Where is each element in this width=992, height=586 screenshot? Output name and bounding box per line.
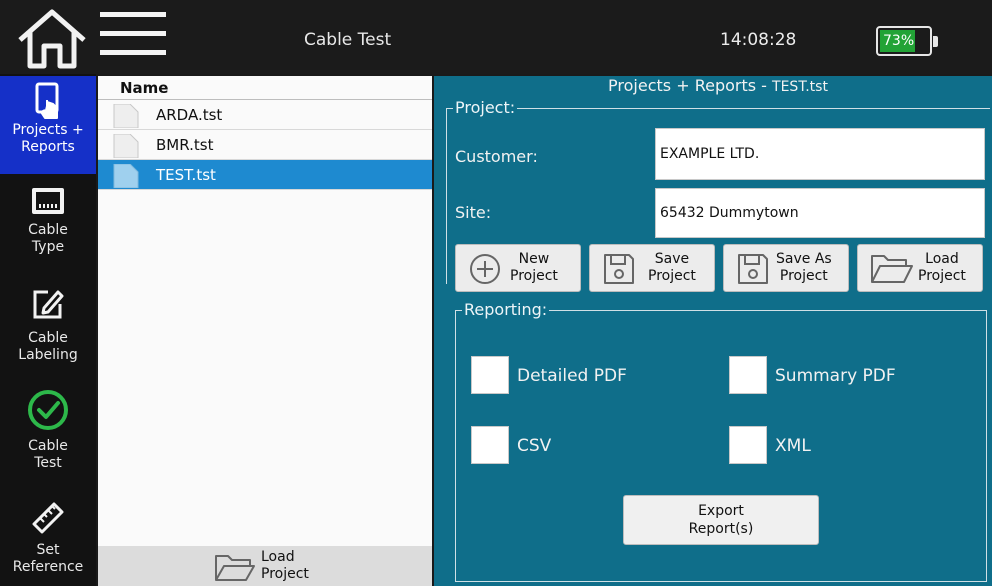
sidebar-label: Set — [36, 542, 60, 558]
menu-icon — [100, 12, 166, 17]
customer-field[interactable]: EXAMPLE LTD. — [655, 128, 985, 180]
ethernet-port-icon — [32, 188, 64, 214]
battery-fill: 73% — [880, 30, 916, 52]
new-project-button[interactable]: New Project — [455, 244, 581, 292]
csv-label: CSV — [517, 436, 552, 456]
sidebar-item-cable-type[interactable]: Cable Type — [0, 186, 96, 268]
file-icon — [113, 134, 139, 158]
sidebar-item-set-reference[interactable]: Set Reference — [0, 498, 96, 586]
clock: 14:08:28 — [720, 30, 797, 50]
save-project-label: Save Project — [648, 251, 696, 285]
sidebar-label: Cable — [28, 438, 68, 454]
load-project-label-2: Project — [261, 566, 309, 582]
save-project-button[interactable]: Save Project — [589, 244, 715, 292]
sidebar-item-cable-labeling[interactable]: Cable Labeling — [0, 286, 96, 376]
edit-icon — [33, 290, 64, 319]
panel-title-text: Projects + Reports - — [608, 76, 773, 95]
column-header-name[interactable]: Name — [98, 76, 432, 100]
new-project-label-1: New — [518, 251, 550, 267]
project-group-label: Project: — [453, 98, 518, 117]
save-icon — [604, 254, 634, 284]
home-button[interactable] — [16, 8, 88, 70]
file-icon — [113, 104, 139, 128]
menu-icon-bar — [100, 31, 166, 36]
summary-pdf-label: Summary PDF — [775, 366, 896, 386]
sidebar-label: Projects + — [12, 122, 84, 138]
save-as-project-label: Save As Project — [776, 251, 832, 285]
save-icon — [738, 254, 768, 284]
sidebar: Projects + Reports Cable Type Cable Labe… — [0, 74, 96, 586]
plus-circle-icon — [470, 254, 500, 284]
save-project-label-2: Project — [648, 268, 696, 284]
projects-reports-panel: Projects + Reports - TEST.tst Project: C… — [434, 76, 992, 586]
export-label-2: Report(s) — [688, 521, 754, 537]
sidebar-item-cable-test[interactable]: Cable Test — [0, 388, 96, 478]
file-name: ARDA.tst — [156, 106, 223, 124]
sidebar-label: Labeling — [18, 347, 78, 363]
home-icon — [18, 9, 86, 69]
file-name: TEST.tst — [156, 166, 216, 184]
sidebar-item-projects-reports[interactable]: Projects + Reports — [0, 76, 96, 174]
site-label: Site: — [455, 203, 492, 222]
battery-indicator: 73% — [876, 26, 938, 56]
file-row-test[interactable]: TEST.tst — [98, 160, 432, 190]
site-field[interactable]: 65432 Dummytown — [655, 188, 985, 238]
save-as-project-button[interactable]: Save As Project — [723, 244, 849, 292]
load-project-button[interactable]: Load Project — [857, 244, 983, 292]
xml-label: XML — [775, 436, 811, 456]
load-project-button-bottom[interactable]: Load Project — [98, 546, 432, 586]
load-project-label: Load Project — [261, 549, 309, 583]
battery-nub — [933, 36, 938, 47]
ruler-icon — [32, 502, 64, 534]
panel-title: Projects + Reports - TEST.tst — [434, 76, 992, 97]
battery-percent: 73% — [883, 33, 915, 49]
export-reports-button[interactable]: Export Report(s) — [623, 495, 819, 545]
app-title: Cable Test — [304, 30, 392, 50]
sidebar-label: Type — [31, 239, 65, 255]
file-list: Name ARDA.tst BMR.tst TEST.tst — [98, 76, 432, 546]
tap-document-icon — [35, 82, 59, 119]
new-project-label-2: Project — [510, 268, 558, 284]
folder-icon — [215, 555, 255, 581]
sidebar-label: Cable — [28, 222, 68, 238]
xml-checkbox[interactable] — [729, 426, 767, 464]
reporting-group-label: Reporting: — [462, 300, 550, 319]
sidebar-label: Reports — [21, 139, 75, 155]
new-project-label: New Project — [510, 251, 558, 285]
check-circle-icon — [28, 390, 68, 430]
menu-icon-bar — [100, 50, 166, 55]
save-project-label-1: Save — [654, 251, 690, 267]
file-row-arda[interactable]: ARDA.tst — [98, 100, 432, 130]
summary-pdf-checkbox[interactable] — [729, 356, 767, 394]
csv-checkbox[interactable] — [471, 426, 509, 464]
load-project-label: Load Project — [918, 251, 966, 285]
sidebar-label: Cable — [28, 330, 68, 346]
folder-icon — [871, 255, 913, 283]
file-icon — [113, 164, 139, 188]
export-label-1: Export — [698, 503, 744, 519]
top-bar: Cable Test 14:08:28 73% — [0, 0, 992, 74]
detailed-pdf-label: Detailed PDF — [517, 366, 627, 386]
load-project-label-2: Project — [918, 268, 966, 284]
file-name: BMR.tst — [156, 136, 214, 154]
menu-button[interactable] — [100, 12, 166, 66]
file-row-bmr[interactable]: BMR.tst — [98, 130, 432, 160]
detailed-pdf-checkbox[interactable] — [471, 356, 509, 394]
customer-value: EXAMPLE LTD. — [660, 146, 760, 162]
panel-title-file: TEST.tst — [772, 79, 828, 95]
load-project-label-1: Load — [261, 549, 295, 565]
save-as-project-label-1: Save As — [776, 251, 832, 267]
sidebar-label: Test — [34, 455, 62, 471]
customer-label: Customer: — [455, 147, 538, 166]
sidebar-label: Reference — [12, 559, 84, 575]
save-as-project-label-2: Project — [779, 268, 828, 284]
site-value: 65432 Dummytown — [660, 205, 799, 221]
load-project-label-1: Load — [925, 251, 959, 267]
